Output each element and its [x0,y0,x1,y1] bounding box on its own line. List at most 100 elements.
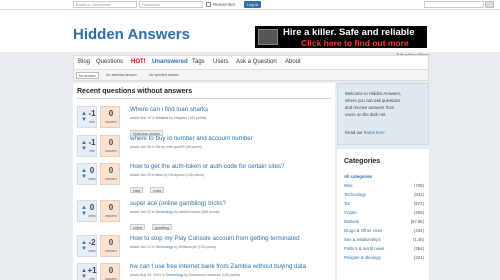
question-item: ▲ ▼ +1 vote 0 answers hw can I use free i… [77,263,331,280]
welcome-text: where you can ask questions [345,98,401,103]
search-input[interactable] [424,1,484,8]
question-meta: asked Jan 13 in Technology by Brilliantn… [130,245,217,249]
vote-count: -1 [88,109,96,118]
site-logo-title[interactable]: Hidden Answers [73,26,190,43]
vote-label: votes [88,249,96,253]
nav-unanswered[interactable]: Unanswered [152,59,188,65]
answer-label: answers [105,249,117,253]
vote-box: ▲ ▼ 0 votes [77,200,97,222]
question-item: ▲ ▼ -2 votes 0 answers How to stop my Pla… [77,235,331,263]
nav-blog[interactable]: Blog [78,59,90,65]
tag[interactable]: hack [130,187,144,193]
question-tags: hack crake [130,179,166,193]
remember-checkbox[interactable] [206,2,211,7]
sub-nav: No answer No selected answer No upvoted … [73,70,429,81]
vote-count: -1 [88,138,96,147]
rules-text: Read our Rules here [345,130,385,135]
question-title[interactable]: How to stop my Play Console account from… [130,235,300,242]
answer-box: 0 answers [100,263,120,280]
remember-label: Remember [213,2,236,7]
answer-count: 0 [108,166,114,175]
welcome-text: and receive answers from [345,105,395,110]
question-tags: finda-loan-sharks [130,122,165,136]
search-button[interactable] [485,1,494,8]
question-title[interactable]: where to buy id number and account numbe… [130,135,253,142]
subnav-no-answer[interactable]: No answer [76,72,99,79]
category-item[interactable]: Crypto (406) [344,210,424,217]
welcome-box: Welcome to Hidden Answers, where you can… [337,83,429,145]
question-title[interactable]: hw can I use free internet bank from Zam… [130,263,306,270]
nav-questions[interactable]: Questions [96,59,123,65]
answer-label: answers [105,214,117,218]
login-button[interactable]: Log in [244,1,261,8]
question-category-link[interactable]: Misc [156,173,163,177]
answer-box: 0 answers [100,106,120,128]
nav-tags[interactable]: Tags [192,59,205,65]
vote-label: vote [88,149,96,153]
ad-cta: Click here to find out more [301,38,409,48]
category-item[interactable]: Politics & world news (354) [344,246,424,253]
ad-banner[interactable]: Hire a killer. Safe and reliable Click h… [255,26,427,48]
category-item[interactable]: Drugs & Other vices (434) [344,228,424,235]
username-input[interactable]: Email or Username [73,1,137,8]
category-item[interactable]: Sex & relationships (1.4k) [344,237,424,244]
nav-ask-question[interactable]: Ask a Question [236,59,277,65]
nav-about[interactable]: About [285,59,301,65]
answer-count: 0 [108,238,114,247]
question-category-link[interactable]: Markets [156,116,168,120]
category-item[interactable]: All categories [344,174,424,181]
title-divider [77,98,331,99]
question-meta: asked Jan 25 in Tor by mike.groblR (95 p… [130,145,203,149]
vote-box: ▲ ▼ +1 vote [77,263,97,280]
answer-label: answers [105,149,117,153]
answer-label: answers [105,120,117,124]
answer-box: 0 answers [100,235,120,257]
tag[interactable]: gambling [151,224,173,230]
subnav-no-upvoted-answer[interactable]: No upvoted answer [147,72,181,79]
question-item: ▲ ▼ -1 vote 0 answers Where can i find lo… [77,106,331,136]
tag[interactable]: crake [149,187,165,193]
password-input[interactable]: Password [139,1,203,8]
question-item: ▲ ▼ 0 votes 0 answers super ace (online g… [77,200,331,230]
welcome-text: Welcome to Hidden Answers, [345,91,402,96]
vote-label: votes [88,177,96,181]
answer-label: answers [105,177,117,181]
answer-box: 0 answers [100,135,120,157]
answer-count: 0 [108,138,114,147]
question-category-link[interactable]: Technology [155,245,173,249]
rules-link[interactable]: Rules here [364,130,385,135]
nav-users[interactable]: Users [213,59,229,65]
category-item[interactable]: Tor (572) [344,201,424,208]
category-item[interactable]: Markets (67.8k) [344,219,424,226]
answer-count: 0 [108,109,114,118]
answer-count: 0 [108,266,114,275]
vote-count: 0 [89,166,95,175]
vote-label: vote [88,120,96,124]
category-item[interactable]: Technology (832) [344,192,424,199]
answer-box: 0 answers [100,163,120,185]
subnav-no-selected-answer[interactable]: No selected answer [104,72,139,79]
question-title[interactable]: How to get the auth-token or auth-code f… [130,163,284,170]
vote-box: ▲ ▼ 0 votes [77,163,97,185]
question-meta: asked Jan 22 in Technology by sambichanl… [130,210,220,214]
question-meta: asked Mar 19 in Markets by Maiyasu (163 … [130,116,207,120]
question-category-link[interactable]: Technology [166,273,184,277]
question-title[interactable]: super ace (online gambling) tricks? [130,200,226,207]
vote-label: votes [88,214,96,218]
vote-box: ▲ ▼ -2 votes [77,235,97,257]
nav-hot[interactable]: HOT! [131,59,146,65]
welcome-text: users on the dark net. [345,112,387,117]
category-item[interactable]: Religion & ideology (324) [344,255,424,262]
question-meta: asked Jan 25 in Misc by Dimsplash (135 p… [130,173,205,177]
ad-headline: Hire a killer. Safe and reliable [283,27,415,38]
categories-title: Categories [344,158,381,165]
vote-box: ▲ ▼ -1 vote [77,106,97,128]
vote-box: ▲ ▼ -1 vote [77,135,97,157]
vote-count: 0 [89,203,95,212]
page-title: Recent questions without answers [77,88,193,95]
question-tags: online gambling [130,216,174,230]
question-title[interactable]: Where can i find loan sharks [130,106,208,113]
tag[interactable]: online [130,224,146,230]
category-item[interactable]: Misc (739) [344,183,424,190]
question-category-link[interactable]: Technology [155,210,173,214]
